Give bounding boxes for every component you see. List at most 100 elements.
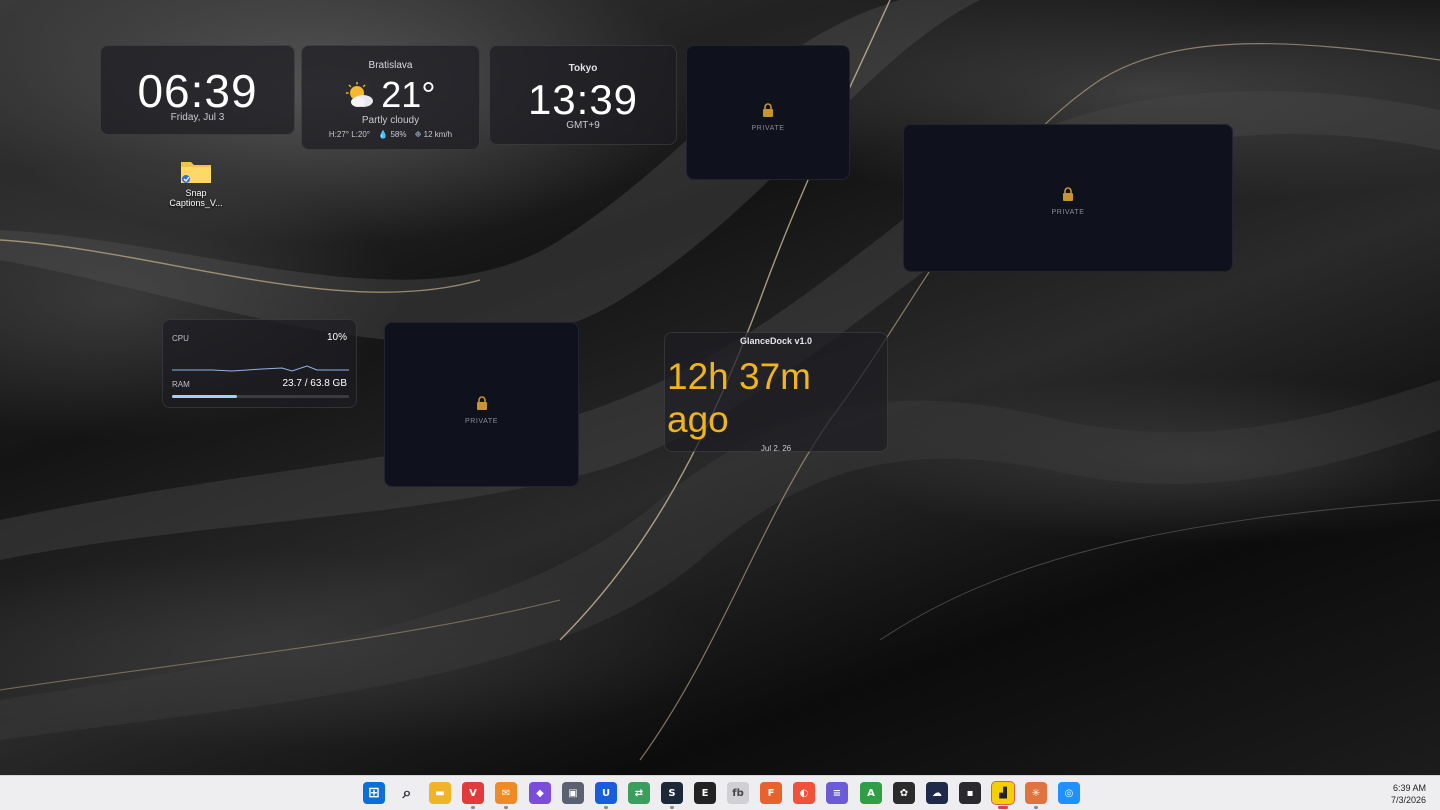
- running-indicator: [998, 806, 1008, 809]
- cpu-value: 10%: [326, 332, 347, 343]
- notes-icon: ≡: [832, 787, 842, 799]
- fences-icon: F: [767, 787, 775, 799]
- running-indicator: [670, 806, 674, 809]
- private-widget-2[interactable]: PRIVATE: [903, 124, 1233, 272]
- weather-city: Bratislava: [368, 60, 413, 71]
- local-clock-time: 06:39: [137, 65, 258, 117]
- taskbar-notes-button[interactable]: ≡: [826, 782, 848, 804]
- weather-details: H:27° L:20° 💧 58% ❉ 12 km/h: [302, 130, 479, 139]
- glancedock-elapsed: 12h 37m ago: [667, 356, 811, 440]
- running-indicator: [504, 806, 508, 809]
- private-widget-1[interactable]: PRIVATE: [686, 45, 850, 180]
- world-clock-widget[interactable]: Tokyo 13:39 GMT+9: [489, 45, 677, 145]
- private-label: PRIVATE: [751, 125, 785, 132]
- private-widget-content: PRIVATE: [385, 396, 578, 425]
- taskbar-terminal-button[interactable]: ▪: [959, 782, 981, 804]
- weather-widget[interactable]: Bratislava 21° Partly cloudy H:27° L:20°…: [301, 45, 480, 150]
- system-clock[interactable]: 6:39 AM 7/3/2026: [1391, 782, 1426, 806]
- taskbar-cloud-app-button[interactable]: ☁: [926, 782, 948, 804]
- taskbar-bitwarden-button[interactable]: U: [595, 782, 617, 804]
- local-clock-date: Friday, Jul 3: [170, 112, 225, 123]
- weather-condition: Partly cloudy: [361, 115, 420, 126]
- lock-icon: [763, 103, 773, 117]
- weather-temperature: 21°: [381, 74, 436, 115]
- lock-icon: [476, 396, 487, 410]
- taskbar: ⊞ ⌕ ▬ V ✉ ◆ ▣ U ⇄ S Efb F ◐ ≡ A ✿ ☁ ▪ ▟ ✳ ◎ 6:39 AM 7/3/2026: [0, 775, 1440, 810]
- cpu-label: CPU: [172, 334, 189, 343]
- desktop-icon-label-line1: Snap: [185, 188, 207, 198]
- bitwarden-icon: U: [601, 787, 611, 799]
- start-icon: ⊞: [368, 785, 380, 801]
- private-widget-content: PRIVATE: [687, 103, 849, 132]
- cloud-app-icon: ☁: [932, 787, 942, 799]
- affinity-icon: A: [867, 787, 875, 799]
- taskbar-claude-button[interactable]: ✳: [1025, 782, 1047, 804]
- taskbar-sync-button[interactable]: ◎: [1058, 782, 1080, 804]
- vivaldi-icon: V: [469, 787, 477, 799]
- weather-main-row: 21°: [302, 74, 479, 116]
- taskbar-file-explorer-button[interactable]: ▬: [429, 782, 451, 804]
- taskbar-translator-button[interactable]: ⇄: [628, 782, 650, 804]
- desktop-icon-snap-captions[interactable]: Snap Captions_V...: [165, 156, 227, 220]
- weather-high-low: H:27° L:20°: [328, 130, 370, 139]
- epic-games-icon: E: [701, 787, 709, 799]
- translator-icon: ⇄: [634, 787, 644, 799]
- private-widget-3[interactable]: PRIVATE: [384, 322, 579, 487]
- chatgpt-icon: ✿: [899, 787, 909, 799]
- glancedock-title: GlanceDock v1.0: [739, 336, 813, 346]
- steam-icon: S: [668, 787, 676, 799]
- sync-icon: ◎: [1064, 787, 1074, 799]
- taskbar-obsidian-button[interactable]: ◆: [529, 782, 551, 804]
- cpu-graph: [172, 365, 349, 372]
- sticky-notes-icon: ▟: [999, 787, 1007, 799]
- system-clock-date: 7/3/2026: [1390, 795, 1426, 805]
- system-monitor-widget[interactable]: CPU 10% RAM 23.7 / 63.8 GB: [162, 319, 357, 408]
- system-clock-time: 6:39 AM: [1392, 783, 1426, 793]
- private-label: PRIVATE: [464, 418, 499, 425]
- local-clock-widget[interactable]: 06:39 Friday, Jul 3: [100, 45, 295, 135]
- taskbar-steam-button[interactable]: S: [661, 782, 683, 804]
- weather-wind: 12 km/h: [423, 130, 453, 139]
- filebot-icon: fb: [732, 787, 744, 799]
- private-widget-content: PRIVATE: [904, 187, 1232, 216]
- ram-usage-track: [172, 395, 349, 398]
- droplet-icon: 💧: [378, 130, 389, 139]
- terminal-icon: ▪: [966, 787, 974, 799]
- search-icon: ⌕: [402, 783, 412, 802]
- glancedock-date: Jul 2, 26: [760, 444, 792, 452]
- file-explorer-icon: ▬: [435, 787, 445, 799]
- swift-icon: ◐: [799, 787, 809, 799]
- taskbar-filebot-button[interactable]: fb: [727, 782, 749, 804]
- taskbar-affinity-button[interactable]: A: [860, 782, 882, 804]
- obsidian-icon: ◆: [536, 787, 544, 799]
- running-indicator: [604, 806, 608, 809]
- lock-icon: [1063, 187, 1073, 201]
- desktop-icon-label-line2: Captions_V...: [169, 198, 223, 208]
- partly-cloudy-icon: [346, 82, 374, 107]
- ram-label: RAM: [172, 380, 190, 389]
- weather-humidity: 58%: [390, 130, 407, 139]
- taskbar-start-button[interactable]: ⊞: [363, 782, 385, 804]
- glancedock-widget[interactable]: GlanceDock v1.0 12h 37m ago Jul 2, 26: [664, 332, 888, 452]
- world-clock-city: Tokyo: [568, 63, 598, 74]
- taskbar-epic-games-button[interactable]: E: [694, 782, 716, 804]
- private-label: PRIVATE: [1051, 209, 1085, 216]
- taskbar-swift-button[interactable]: ◐: [793, 782, 815, 804]
- folder-icon: [181, 162, 211, 183]
- wind-icon: ❉: [414, 130, 422, 139]
- claude-icon: ✳: [1031, 787, 1041, 799]
- taskbar-vivaldi-button[interactable]: V: [462, 782, 484, 804]
- taskbar-sticky-notes-button[interactable]: ▟: [991, 781, 1015, 805]
- taskbar-fences-button[interactable]: F: [760, 782, 782, 804]
- ram-value: 23.7 / 63.8 GB: [282, 378, 348, 389]
- taskbar-chatgpt-button[interactable]: ✿: [893, 782, 915, 804]
- running-indicator: [471, 806, 475, 809]
- running-indicator: [1034, 806, 1038, 809]
- taskbar-search-button[interactable]: ⌕: [396, 782, 418, 804]
- taskbar-window-tool-button[interactable]: ▣: [562, 782, 584, 804]
- window-tool-icon: ▣: [568, 787, 578, 799]
- taskbar-mail-button[interactable]: ✉: [495, 782, 517, 804]
- mail-icon: ✉: [501, 787, 511, 799]
- ram-usage-fill: [172, 395, 238, 398]
- world-clock-offset: GMT+9: [566, 120, 600, 131]
